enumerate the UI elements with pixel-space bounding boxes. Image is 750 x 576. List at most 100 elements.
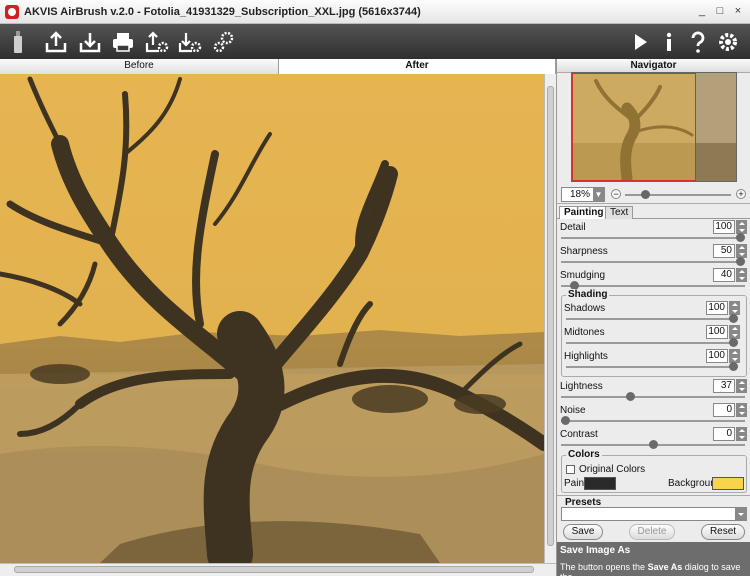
param-slider[interactable]: [561, 285, 745, 287]
view-tabs: Before After: [0, 59, 556, 74]
chevron-down-icon[interactable]: ▼: [593, 188, 604, 201]
param-value-input[interactable]: 100: [706, 325, 728, 339]
colors-group: Colors Original Colors Paint Background: [561, 449, 747, 493]
presets-select[interactable]: [561, 507, 747, 521]
settings-icon[interactable]: [714, 28, 742, 56]
vertical-scrollbar[interactable]: [544, 74, 556, 563]
background-color-swatch[interactable]: [712, 477, 744, 490]
maximize-button[interactable]: □: [712, 4, 728, 19]
param-label: Contrast: [560, 429, 598, 440]
spin-arrows-icon[interactable]: [736, 244, 747, 258]
param-slider-thumb[interactable]: [729, 362, 738, 371]
param-label: Smudging: [560, 270, 606, 281]
tab-text[interactable]: Text: [605, 206, 634, 219]
help-icon[interactable]: [684, 28, 712, 56]
param-midtones: Midtones 100: [558, 324, 744, 348]
horizontal-scroll-thumb[interactable]: [14, 566, 534, 573]
param-slider[interactable]: [561, 420, 745, 422]
param-slider[interactable]: [566, 318, 738, 320]
param-label: Shadows: [564, 303, 606, 314]
open-icon[interactable]: [42, 28, 70, 56]
navigator-viewport-frame[interactable]: [572, 73, 696, 181]
param-label: Lightness: [560, 381, 603, 392]
param-slider[interactable]: [561, 237, 745, 239]
param-slider-thumb[interactable]: [736, 233, 745, 242]
print-icon[interactable]: [109, 28, 137, 56]
spin-arrows-icon[interactable]: [729, 301, 740, 315]
tab-after[interactable]: After: [279, 59, 556, 74]
divider: [557, 203, 750, 204]
spin-arrows-icon[interactable]: [736, 379, 747, 393]
param-slider-thumb[interactable]: [729, 338, 738, 347]
param-value-input[interactable]: 100: [713, 220, 735, 234]
navigator-preview[interactable]: [571, 72, 737, 182]
reset-preset-button[interactable]: Reset: [701, 524, 745, 540]
colors-title: Colors: [566, 449, 602, 460]
tab-painting[interactable]: Painting: [559, 206, 609, 219]
param-slider[interactable]: [566, 342, 738, 344]
save-icon[interactable]: [76, 28, 104, 56]
param-detail: Detail 100: [557, 219, 750, 243]
info-icon[interactable]: [655, 28, 683, 56]
vertical-scroll-thumb[interactable]: [547, 86, 554, 546]
chevron-down-icon[interactable]: [735, 508, 746, 520]
param-shadows: Shadows 100: [558, 300, 744, 324]
zoom-in-button[interactable]: +: [736, 189, 746, 199]
app-logo-icon: [5, 4, 19, 19]
param-sharpness: Sharpness 50: [557, 243, 750, 267]
image-canvas[interactable]: [0, 74, 544, 563]
param-slider-thumb[interactable]: [736, 257, 745, 266]
spin-arrows-icon[interactable]: [729, 325, 740, 339]
tab-before[interactable]: Before: [0, 59, 279, 74]
param-slider[interactable]: [566, 366, 738, 368]
delete-preset-button[interactable]: Delete: [629, 524, 675, 540]
param-slider-thumb[interactable]: [625, 392, 635, 401]
horizontal-scrollbar[interactable]: [0, 563, 556, 576]
param-slider-thumb[interactable]: [729, 314, 738, 323]
param-label: Detail: [560, 222, 586, 233]
close-button[interactable]: ×: [730, 4, 746, 19]
param-smudging: Smudging 40: [557, 267, 750, 291]
param-value-input[interactable]: 100: [706, 349, 728, 363]
param-highlights: Highlights 100: [558, 348, 744, 372]
settings-panel: Navigator 18% ▼ − + Painting Text Detail …: [556, 59, 750, 576]
param-value-input[interactable]: 37: [713, 379, 735, 393]
checkbox-box[interactable]: [566, 465, 575, 474]
zoom-controls: 18% ▼ − +: [561, 187, 747, 203]
param-slider-thumb[interactable]: [648, 440, 658, 449]
param-value-input[interactable]: 100: [706, 301, 728, 315]
zoom-select[interactable]: 18% ▼: [561, 187, 605, 202]
divider: [557, 495, 750, 496]
run-icon[interactable]: [626, 28, 654, 56]
param-slider-thumb[interactable]: [561, 416, 570, 425]
navigator-title: Navigator: [557, 59, 750, 73]
zoom-out-button[interactable]: −: [611, 189, 621, 199]
spin-arrows-icon[interactable]: [736, 427, 747, 441]
window-title: AKVIS AirBrush v.2.0 - Fotolia_41931329_…: [24, 5, 421, 18]
spin-arrows-icon[interactable]: [736, 403, 747, 417]
import-settings-icon[interactable]: [143, 28, 171, 56]
batch-settings-icon[interactable]: [209, 28, 237, 56]
param-value-input[interactable]: 0: [713, 403, 735, 417]
param-value-input[interactable]: 0: [713, 427, 735, 441]
param-slider[interactable]: [561, 396, 745, 398]
airbrush-icon[interactable]: [4, 28, 32, 56]
save-preset-button[interactable]: Save: [563, 524, 603, 540]
minimize-button[interactable]: _: [694, 4, 710, 19]
spin-arrows-icon[interactable]: [736, 220, 747, 234]
param-value-input[interactable]: 40: [713, 268, 735, 282]
param-value-input[interactable]: 50: [713, 244, 735, 258]
paint-color-swatch[interactable]: [584, 477, 616, 490]
zoom-value: 18%: [570, 189, 591, 200]
zoom-slider-thumb[interactable]: [641, 190, 650, 199]
spin-arrows-icon[interactable]: [729, 349, 740, 363]
shading-title: Shading: [566, 289, 610, 300]
help-panel: Save Image As The button opens the Save …: [557, 542, 750, 576]
export-settings-icon[interactable]: [176, 28, 204, 56]
help-text: The button opens the Save As dialog to s…: [560, 562, 748, 576]
spin-arrows-icon[interactable]: [736, 268, 747, 282]
param-noise: Noise 0: [557, 402, 750, 426]
param-slider[interactable]: [561, 261, 745, 263]
original-colors-checkbox[interactable]: Original Colors: [566, 464, 645, 475]
param-label: Noise: [560, 405, 586, 416]
